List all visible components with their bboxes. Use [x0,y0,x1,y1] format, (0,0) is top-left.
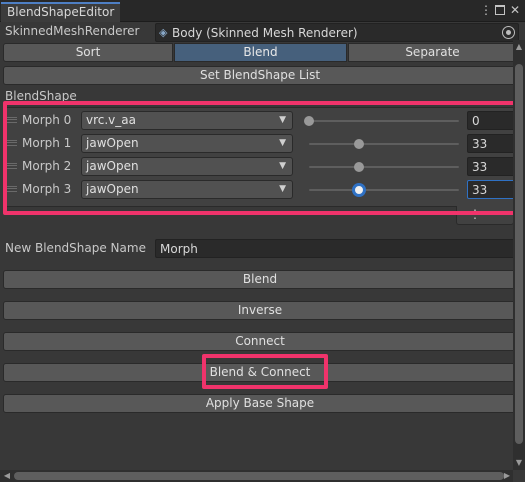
scroll-right-icon[interactable]: ▶ [502,471,512,481]
vertical-scroll-thumb[interactable] [515,64,523,444]
renderer-label: SkinnedMeshRenderer [5,24,140,38]
tab-separate[interactable]: Separate [348,43,517,62]
highlight-morph-list [3,101,517,215]
scroll-up-icon[interactable]: ▲ [514,42,524,52]
renderer-object-field[interactable]: ◈ Body (Skinned Mesh Renderer) [155,23,519,42]
scroll-down-icon[interactable]: ▼ [514,458,524,468]
tab-sort[interactable]: Sort [3,43,173,62]
kebab-menu-icon[interactable]: ⋮ [479,3,493,17]
skinned-mesh-icon: ◈ [159,26,168,39]
apply-base-shape-button[interactable]: Apply Base Shape [3,394,517,413]
tab-blend[interactable]: Blend [174,43,347,62]
highlight-blend-connect [202,354,328,389]
set-blendshape-list-button[interactable]: Set BlendShape List [3,66,517,85]
new-name-label: New BlendShape Name [5,241,146,255]
scroll-left-icon[interactable]: ◀ [2,471,12,481]
inverse-button[interactable]: Inverse [3,301,517,320]
maximize-icon[interactable] [493,3,507,17]
new-name-input[interactable]: Morph [155,239,517,258]
connect-button[interactable]: Connect [3,332,517,351]
renderer-value: Body (Skinned Mesh Renderer) [172,26,358,40]
horizontal-scroll-thumb[interactable] [14,472,504,480]
blend-button[interactable]: Blend [3,270,517,289]
object-picker-icon[interactable] [502,26,515,39]
close-icon[interactable]: ✕ [508,3,522,17]
window-tab[interactable]: BlendShapeEditor [1,2,120,22]
